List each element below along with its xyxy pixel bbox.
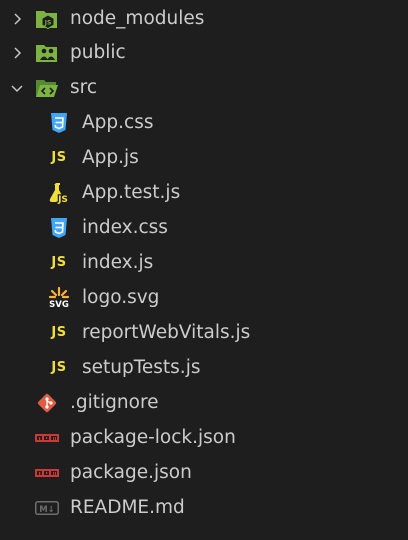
svg-text:JS: JS <box>57 195 68 205</box>
tree-item-file[interactable]: JS App.js <box>0 140 408 175</box>
javascript-icon: JS <box>51 150 67 165</box>
tree-item-file[interactable]: package-lock.json <box>0 420 408 455</box>
test-js-icon: JS JS <box>47 181 71 205</box>
javascript-icon: JS <box>51 360 67 375</box>
tree-item-label: package-lock.json <box>70 427 236 448</box>
folder-public-icon <box>35 41 59 65</box>
tree-item-file[interactable]: App.css <box>0 105 408 140</box>
tree-item-label: .gitignore <box>70 392 159 413</box>
svg-text:JS: JS <box>44 19 52 26</box>
tree-item-label: App.test.js <box>82 182 181 203</box>
tree-item-label: node_modules <box>70 8 205 29</box>
tree-item-label: App.js <box>82 147 139 168</box>
tree-item-label: package.json <box>70 462 192 483</box>
tree-item-file[interactable]: SVG logo.svg <box>0 280 408 315</box>
javascript-icon: JS <box>51 325 67 340</box>
tree-item-src[interactable]: src <box>0 70 408 105</box>
tree-item-file[interactable]: index.css <box>0 210 408 245</box>
svg-icon: SVG <box>47 286 71 310</box>
tree-item-label: src <box>70 77 98 98</box>
tree-item-file[interactable]: JS index.js <box>0 245 408 280</box>
folder-node-icon: JS <box>35 7 59 31</box>
folder-src-open-icon <box>35 76 59 100</box>
tree-item-label: index.js <box>82 252 154 273</box>
npm-icon <box>35 461 59 485</box>
tree-item-file[interactable]: JS reportWebVitals.js <box>0 315 408 350</box>
tree-item-label: reportWebVitals.js <box>82 322 251 343</box>
svg-text:M↓: M↓ <box>39 505 55 515</box>
tree-item-public[interactable]: public <box>0 35 408 70</box>
markdown-icon: M↓ <box>35 496 59 520</box>
file-explorer: JS node_modules public src App.css JS Ap… <box>0 0 408 540</box>
tree-item-file[interactable]: .gitignore <box>0 385 408 420</box>
tree-item-file[interactable]: M↓ README.md <box>0 490 408 525</box>
tree-item-file[interactable]: package.json <box>0 455 408 490</box>
chevron-down-icon[interactable] <box>8 79 26 97</box>
css-icon <box>47 111 71 135</box>
tree-item-label: index.css <box>82 217 168 238</box>
svg-text:SVG: SVG <box>49 300 69 310</box>
tree-item-label: App.css <box>82 112 154 133</box>
css-icon <box>47 216 71 240</box>
chevron-right-icon[interactable] <box>8 44 26 62</box>
tree-item-label: public <box>70 42 126 63</box>
tree-item-label: setupTests.js <box>82 357 201 378</box>
npm-icon <box>35 426 59 450</box>
tree-item-file[interactable]: JS JS App.test.js <box>0 175 408 210</box>
tree-item-file[interactable]: JS setupTests.js <box>0 350 408 385</box>
tree-item-label: logo.svg <box>82 287 160 308</box>
tree-item-node-modules[interactable]: JS node_modules <box>0 1 408 36</box>
chevron-right-icon[interactable] <box>8 10 26 28</box>
git-icon <box>35 391 59 415</box>
tree-item-label: README.md <box>70 497 185 518</box>
javascript-icon: JS <box>51 255 67 270</box>
